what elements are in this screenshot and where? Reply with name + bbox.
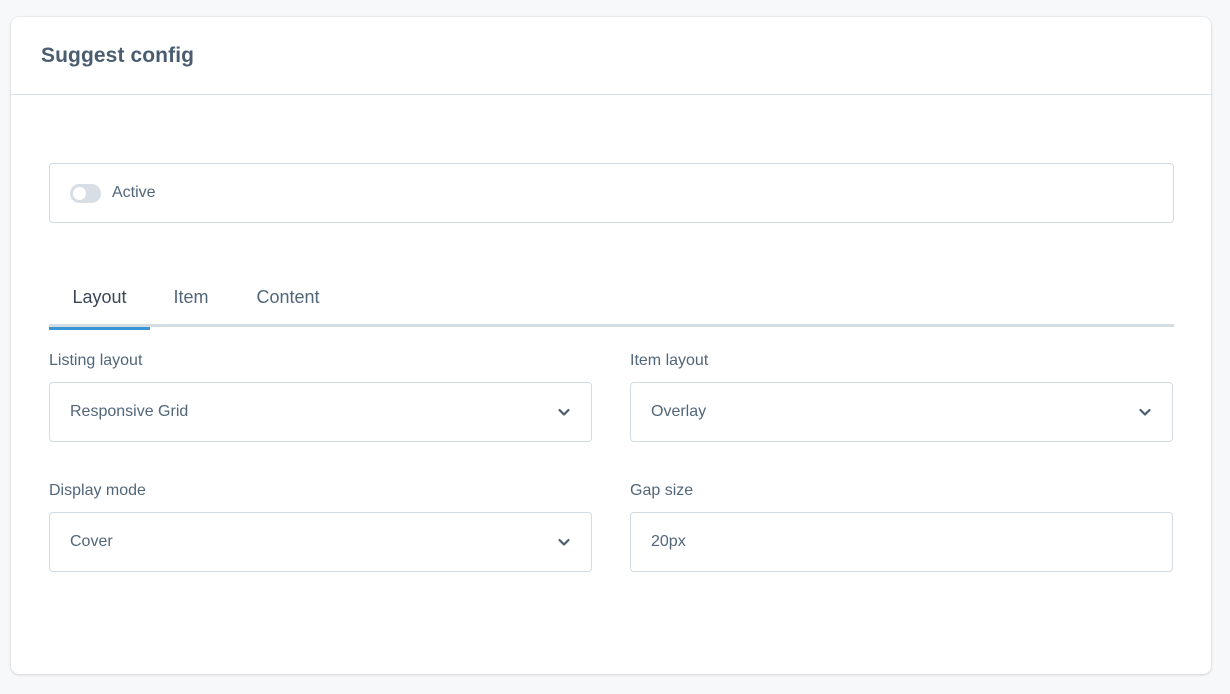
tab-content[interactable]: Content <box>232 267 344 327</box>
gap-size-label: Gap size <box>630 482 694 499</box>
gap-size-value: 20px <box>651 533 686 550</box>
active-toggle-row: Active <box>49 163 1174 223</box>
chevron-down-icon <box>558 408 570 416</box>
item-layout-label: Item layout <box>630 352 709 369</box>
display-mode-value: Cover <box>70 533 113 550</box>
card-title: Suggest config <box>41 43 195 67</box>
display-mode-select[interactable]: Cover <box>49 512 592 572</box>
chevron-down-icon <box>1139 408 1151 416</box>
chevron-down-icon <box>558 538 570 546</box>
suggest-config-card: Suggest config Active Layout Item Conten… <box>11 17 1211 674</box>
listing-layout-value: Responsive Grid <box>70 403 189 420</box>
toggle-knob <box>73 186 86 200</box>
gap-size-input[interactable]: 20px <box>630 512 1173 572</box>
config-tabs: Layout Item Content <box>49 267 1174 330</box>
listing-layout-label: Listing layout <box>49 352 143 369</box>
active-toggle-switch[interactable] <box>70 183 101 203</box>
active-toggle-label: Active <box>112 184 156 201</box>
item-layout-value: Overlay <box>651 403 707 420</box>
tab-item[interactable]: Item <box>150 267 232 327</box>
item-layout-select[interactable]: Overlay <box>630 382 1173 442</box>
display-mode-label: Display mode <box>49 482 146 499</box>
tab-layout[interactable]: Layout <box>49 267 150 330</box>
listing-layout-select[interactable]: Responsive Grid <box>49 382 592 442</box>
card-header: Suggest config <box>11 17 1211 95</box>
